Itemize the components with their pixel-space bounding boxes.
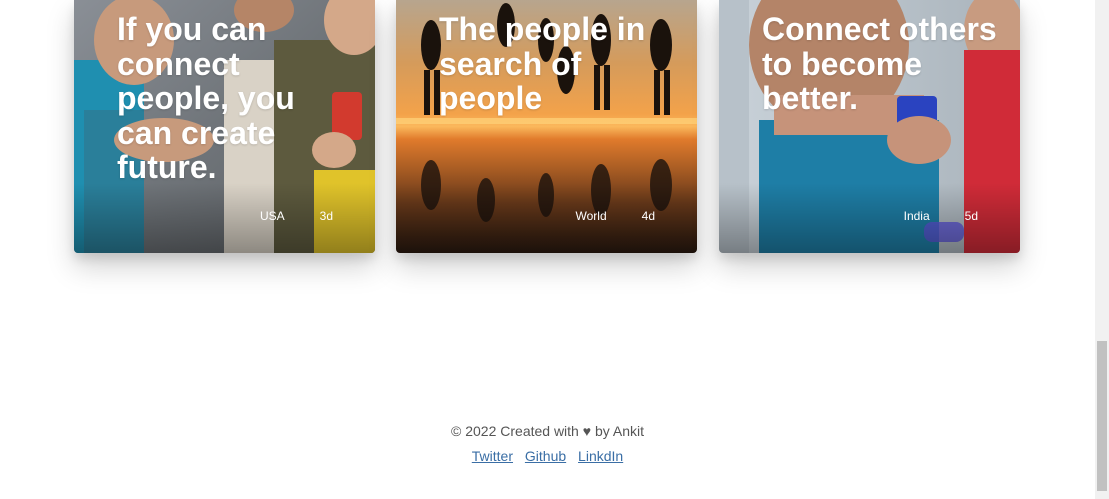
card-grid: If you can connect people, you can creat… bbox=[74, 0, 1020, 253]
card-meta: World 4d bbox=[576, 209, 655, 223]
card-age: 4d bbox=[641, 209, 655, 223]
page: If you can connect people, you can creat… bbox=[0, 0, 1109, 499]
github-link[interactable]: Github bbox=[525, 448, 566, 464]
footer-credit-prefix: © 2022 Created with bbox=[451, 423, 579, 439]
card-location: India bbox=[903, 209, 930, 223]
card-headline: The people in search of people bbox=[439, 11, 646, 116]
card-headline: If you can connect people, you can creat… bbox=[117, 11, 295, 185]
footer-credit: © 2022 Created with ♥ by Ankit bbox=[0, 420, 1095, 442]
article-card-usa[interactable]: If you can connect people, you can creat… bbox=[74, 0, 375, 253]
card-meta: India 5d bbox=[904, 209, 978, 223]
twitter-link[interactable]: Twitter bbox=[472, 448, 513, 464]
card-location: World bbox=[575, 209, 607, 223]
article-card-india[interactable]: Connect others to become better. India 5… bbox=[719, 0, 1020, 253]
vertical-scrollbar[interactable] bbox=[1095, 0, 1109, 499]
footer-links: Twitter Github LinkdIn bbox=[0, 446, 1095, 466]
footer-credit-suffix: by Ankit bbox=[594, 423, 644, 439]
linkedin-link[interactable]: LinkdIn bbox=[578, 448, 623, 464]
page-footer: © 2022 Created with ♥ by Ankit Twitter G… bbox=[0, 420, 1095, 466]
card-meta: USA 3d bbox=[260, 209, 333, 223]
card-age: 3d bbox=[319, 209, 333, 223]
scrollbar-thumb[interactable] bbox=[1097, 341, 1107, 491]
card-headline: Connect others to become better. bbox=[762, 11, 997, 116]
heart-icon: ♥ bbox=[582, 423, 592, 439]
article-card-world[interactable]: The people in search of people World 4d bbox=[396, 0, 697, 253]
card-age: 5d bbox=[964, 209, 978, 223]
card-location: USA bbox=[259, 209, 285, 223]
